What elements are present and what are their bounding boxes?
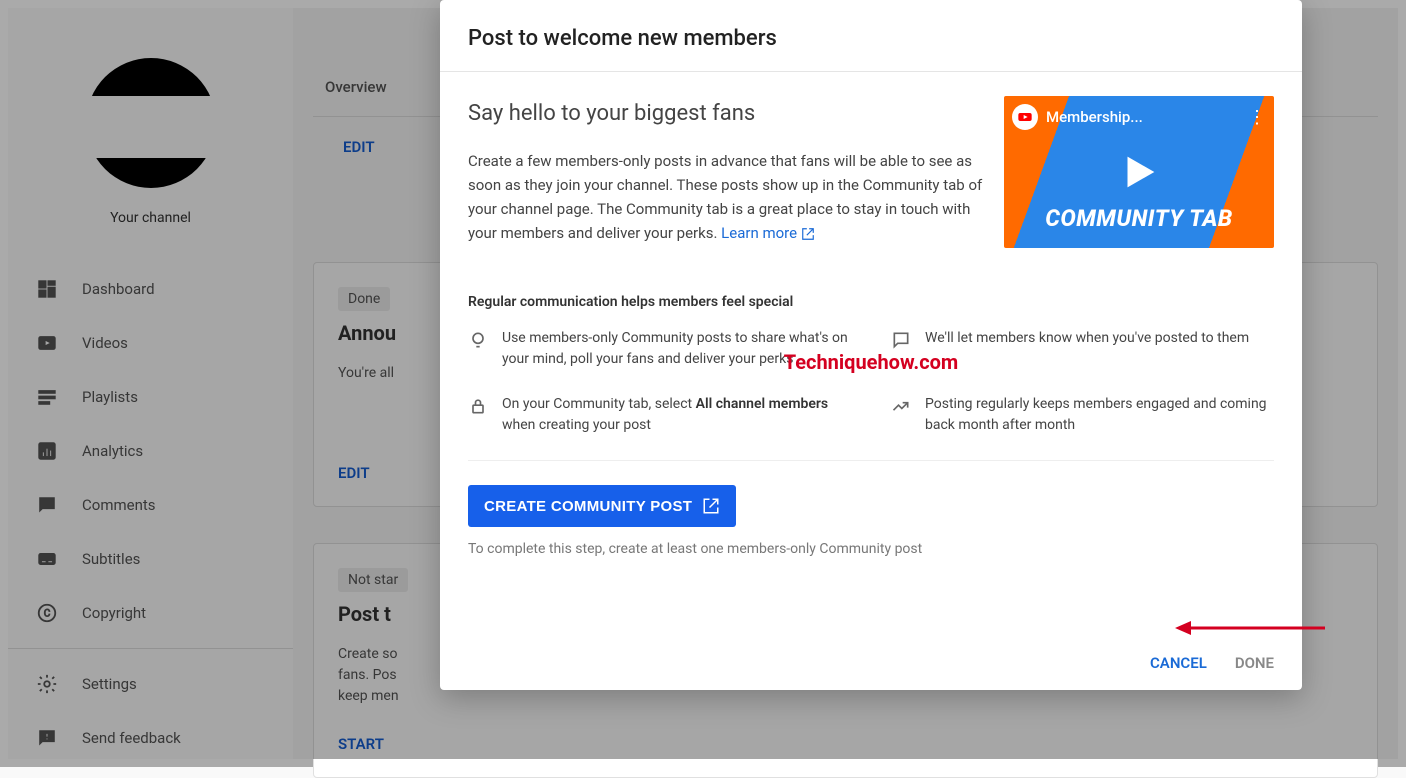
lock-icon	[468, 396, 488, 416]
learn-more-link[interactable]: Learn more	[721, 224, 815, 242]
dialog-header: Post to welcome new members	[440, 0, 1302, 72]
open-in-new-icon	[801, 227, 815, 241]
tip-item: Posting regularly keeps members engaged …	[891, 394, 1274, 436]
dialog-heading: Say hello to your biggest fans	[468, 96, 986, 131]
dialog-body: Say hello to your biggest fans Create a …	[440, 72, 1302, 636]
watermark-text: Techniquehow.com	[784, 350, 959, 374]
tip-item: On your Community tab, select All channe…	[468, 394, 851, 436]
tips-label: Regular communication helps members feel…	[468, 294, 1274, 310]
video-title: Membership...	[1046, 108, 1240, 126]
tips-grid: Use members-only Community posts to shar…	[468, 328, 1274, 461]
open-in-new-icon	[702, 497, 720, 515]
red-arrow-annotation	[1175, 618, 1325, 648]
tip-text: We'll let members know when you've poste…	[925, 328, 1249, 370]
completion-hint: To complete this step, create at least o…	[468, 541, 1274, 557]
video-banner-text: COMMUNITY TAB	[1004, 205, 1274, 232]
primary-button-label: CREATE COMMUNITY POST	[484, 498, 692, 515]
youtube-logo-icon	[1012, 104, 1038, 130]
play-icon	[1116, 149, 1162, 195]
bulb-icon	[468, 330, 488, 350]
done-button[interactable]: DONE	[1235, 654, 1274, 672]
dialog-actions: CANCEL DONE	[440, 636, 1302, 690]
learn-more-text: Learn more	[721, 224, 797, 242]
video-menu-icon[interactable]: ⋮	[1248, 107, 1266, 128]
trend-icon	[891, 396, 911, 416]
create-community-post-button[interactable]: CREATE COMMUNITY POST	[468, 485, 736, 527]
tip-text: On your Community tab, select All channe…	[502, 394, 851, 436]
video-thumbnail[interactable]: Membership... ⋮ COMMUNITY TAB	[1004, 96, 1274, 248]
dialog-title: Post to welcome new members	[468, 26, 1274, 51]
chat-icon	[891, 330, 911, 350]
tip-text: Posting regularly keeps members engaged …	[925, 394, 1274, 436]
cancel-button[interactable]: CANCEL	[1150, 654, 1207, 672]
dialog-post-welcome: Post to welcome new members Say hello to…	[440, 0, 1302, 690]
